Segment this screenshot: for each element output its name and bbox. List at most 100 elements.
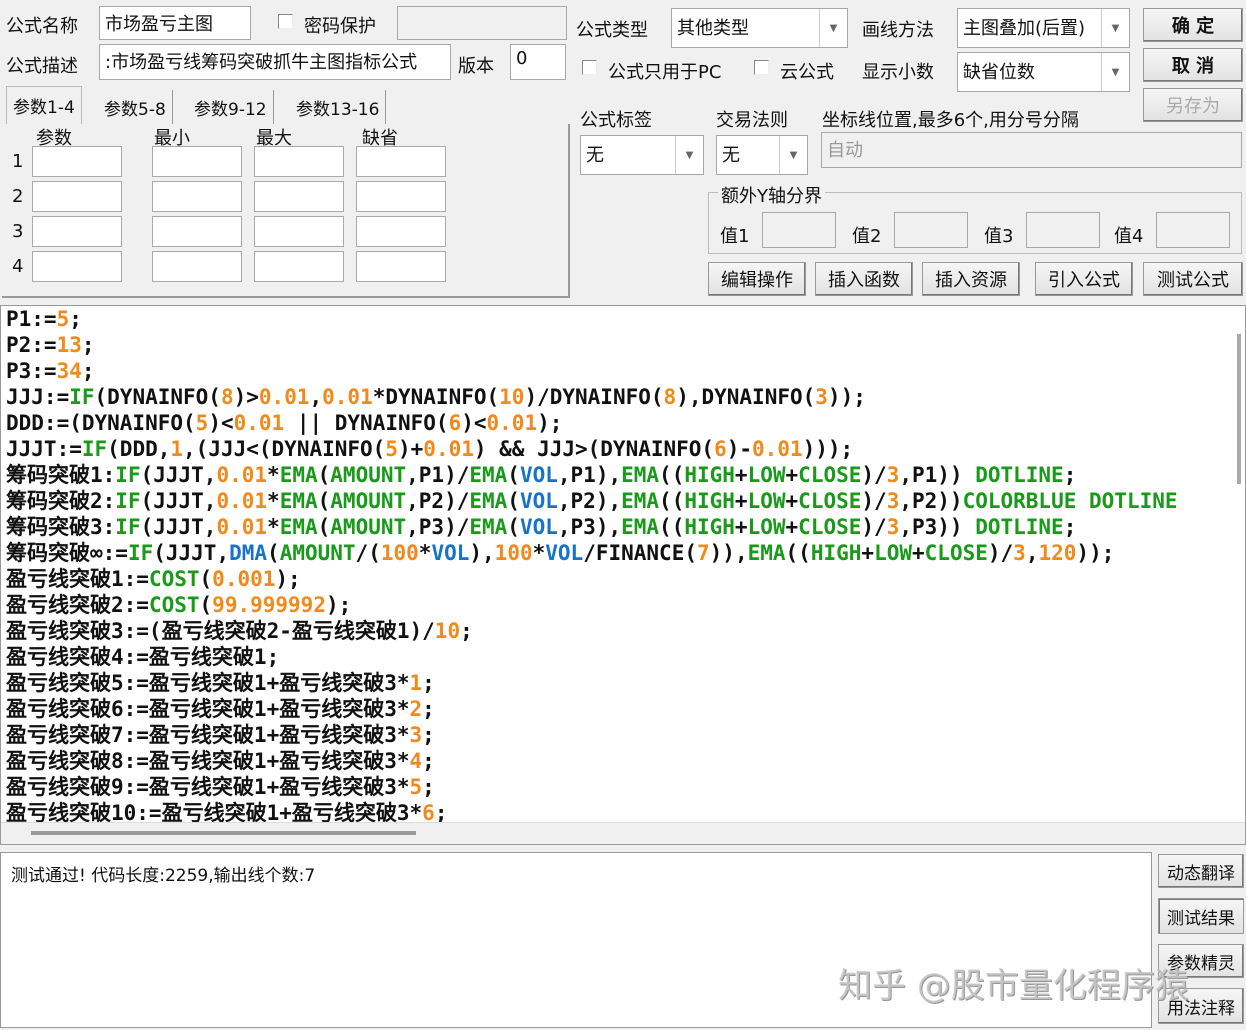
formula-desc-input[interactable]: 市场盈亏线筹码突破抓牛主图指标公式: (99, 44, 451, 80)
tab-params-9-12[interactable]: 参数9-12 (188, 90, 274, 124)
param-cell-最大[interactable] (254, 146, 344, 177)
param-cell-最大[interactable] (254, 181, 344, 212)
code-token: ; (422, 723, 435, 747)
code-editor[interactable]: P1:=5; P2:=13; P3:=34; JJJ:=IF(DYNAINFO(8)>… (0, 305, 1246, 845)
y-value-input[interactable] (762, 212, 836, 248)
code-token: LOW (747, 463, 786, 487)
axis-position-input[interactable]: 自动 (821, 132, 1242, 168)
param-cell-参数[interactable] (32, 181, 122, 212)
param-cell-缺省[interactable] (356, 216, 446, 247)
formula-desc-label: 公式描述 (6, 56, 78, 77)
code-token: + (785, 489, 799, 513)
tab-params-1-4[interactable]: 参数1-4 (6, 86, 82, 124)
code-token: ); (275, 567, 301, 591)
param-cell-最大[interactable] (254, 216, 344, 247)
code-token: + (785, 463, 799, 487)
formula-type-label: 公式类型 (576, 20, 648, 41)
usage-notes-button[interactable]: 用法注释 (1158, 988, 1244, 1024)
code-token: )/ (861, 489, 887, 513)
y-value-input[interactable] (1026, 212, 1100, 248)
code-token: ; (422, 697, 435, 721)
password-checkbox[interactable] (278, 14, 293, 29)
code-token: IF (81, 437, 108, 461)
code-token: EMA (469, 463, 508, 487)
version-input[interactable]: 0 (510, 44, 566, 80)
horizontal-scrollbar[interactable] (1, 822, 1245, 844)
save-as-button: 另存为 (1143, 88, 1243, 122)
param-wizard-button[interactable]: 参数精灵 (1158, 944, 1244, 978)
code-token: 5 (385, 437, 398, 461)
code-line: 盈亏线突破9:=盈亏线突破1+盈亏线突破3*5; (6, 774, 1178, 800)
param-cell-缺省[interactable] (356, 181, 446, 212)
param-cell-最小[interactable] (152, 146, 242, 177)
cancel-button[interactable]: 取 消 (1143, 48, 1243, 82)
insert-resource-button[interactable]: 插入资源 (922, 262, 1020, 296)
code-token: )/ (987, 541, 1014, 565)
code-token: ); (325, 593, 352, 617)
formula-tag-select[interactable]: 无 ▼ (580, 135, 704, 175)
dynamic-translate-button[interactable]: 动态翻译 (1158, 854, 1244, 888)
code-token: , (1025, 541, 1039, 565)
y-value-input[interactable] (1156, 212, 1230, 248)
code-token: )/DYNAINFO( (524, 385, 664, 409)
code-token: 7 (697, 541, 710, 565)
ok-button[interactable]: 确 定 (1143, 8, 1243, 42)
pc-only-checkbox[interactable] (582, 60, 597, 75)
draw-method-select[interactable]: 主图叠加(后置) ▼ (957, 8, 1130, 48)
code-token: 盈亏线突破4:=盈亏线突破1; (6, 645, 280, 669)
code-token: IF (115, 489, 141, 513)
code-token: (DYNAINFO( (94, 385, 221, 409)
param-cell-最小[interactable] (152, 181, 242, 212)
edit-ops-button[interactable]: 编辑操作 (708, 262, 806, 296)
param-cell-最小[interactable] (152, 251, 242, 282)
code-token: ; (460, 619, 473, 643)
param-cell-缺省[interactable] (356, 251, 446, 282)
code-token: )), (709, 541, 748, 565)
param-cell-参数[interactable] (32, 146, 122, 177)
param-cell-最大[interactable] (254, 251, 344, 282)
code-token: )< (208, 411, 234, 435)
code-token: LOW (747, 489, 786, 513)
code-token: 100 (494, 541, 533, 565)
y-value-input[interactable] (894, 212, 968, 248)
formula-tag-value: 无 (586, 145, 604, 166)
tab-params-5-8[interactable]: 参数5-8 (98, 90, 173, 124)
scrollbar-thumb[interactable] (31, 831, 416, 835)
decimal-select[interactable]: 缺省位数 ▼ (957, 52, 1130, 92)
param-cell-参数[interactable] (32, 216, 122, 247)
code-token: EMA (621, 489, 660, 513)
decimal-value: 缺省位数 (963, 62, 1035, 83)
trade-rule-value: 无 (722, 145, 740, 166)
param-row-number: 2 (12, 186, 24, 207)
formula-type-select[interactable]: 其他类型 ▼ (671, 8, 848, 48)
code-line: 盈亏线突破5:=盈亏线突破1+盈亏线突破3*1; (6, 670, 1178, 696)
code-token: )/ (861, 463, 887, 487)
test-formula-button[interactable]: 测试公式 (1143, 262, 1243, 296)
trade-rule-select[interactable]: 无 ▼ (716, 135, 808, 175)
code-token: 3 (1013, 541, 1026, 565)
code-token: ( (507, 515, 520, 539)
param-cell-最小[interactable] (152, 216, 242, 247)
code-token: 100 (380, 541, 419, 565)
param-cell-参数[interactable] (32, 251, 122, 282)
cloud-checkbox[interactable] (754, 60, 769, 75)
tab-params-13-16[interactable]: 参数13-16 (290, 90, 387, 124)
code-token: AMOUNT (330, 463, 407, 487)
vertical-scrollbar[interactable] (1237, 334, 1241, 484)
code-token: HIGH (810, 541, 862, 565)
code-line: 筹码突破∞:=IF(JJJT,DMA(AMOUNT/(100*VOL),100*… (6, 540, 1178, 566)
code-token: * (267, 515, 280, 539)
param-cell-缺省[interactable] (356, 146, 446, 177)
code-token: P3:= (6, 359, 57, 383)
insert-function-button[interactable]: 插入函数 (815, 262, 913, 296)
test-result-button[interactable]: 测试结果 (1158, 898, 1244, 934)
formula-name-input[interactable]: 市场盈亏主图 (99, 6, 251, 40)
import-formula-button[interactable]: 引入公式 (1035, 262, 1133, 296)
code-token: EMA (279, 489, 318, 513)
code-token: 2 (409, 697, 423, 721)
code-token: 3 (886, 515, 900, 539)
code-token: ( (199, 593, 213, 617)
code-token: ),DYNAINFO( (676, 385, 816, 409)
code-token: IF (115, 463, 141, 487)
code-token: 0.01 (216, 489, 268, 513)
